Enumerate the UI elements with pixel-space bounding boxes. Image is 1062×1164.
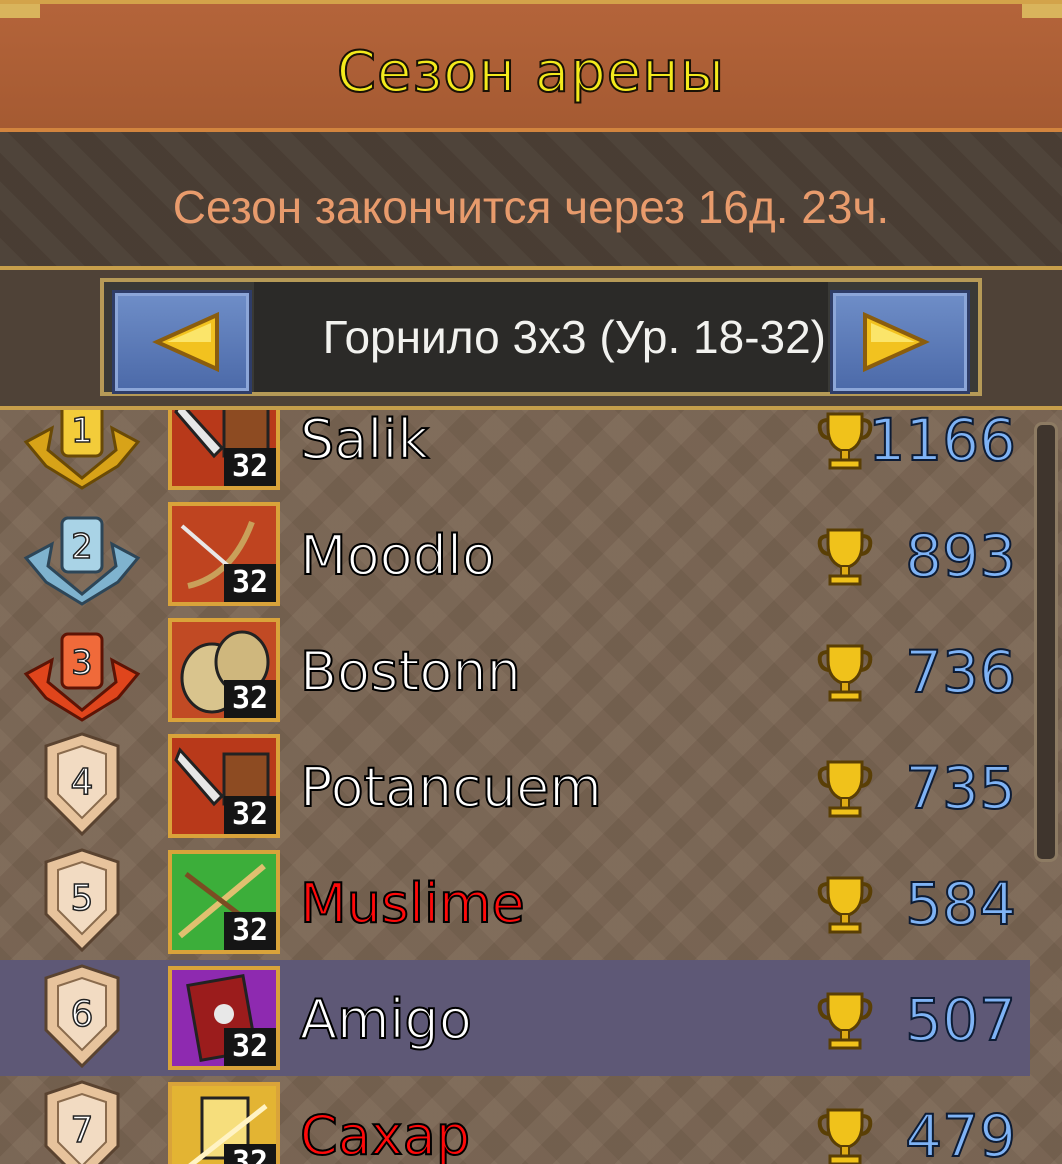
title-bar: Сезон арены [0,0,1062,132]
trophy-icon [817,528,873,586]
level-tag: 32 [224,796,276,834]
leaderboard-row[interactable]: 1 32 Salik 1166 [0,410,1030,496]
rank-number: 3 [71,643,93,683]
rank-badge-shield-icon: 6 [44,964,120,1069]
trophy-icon [817,760,873,818]
rating-score: 893 [904,521,1017,591]
bracket-selector: Горнило 3х3 (Ур. 18-32) [100,278,982,396]
rating-score: 584 [904,869,1017,939]
rank-number: 7 [71,1110,94,1151]
leaderboard-list[interactable]: 1 32 Salik 1166 2 32 Moodlo 893 3 32 Bos… [0,410,1062,1164]
arrow-right-icon [863,311,930,373]
player-name[interactable]: Сахар [299,1103,471,1164]
rank-badge-bronze-icon: 3 [23,632,141,722]
leaderboard-row-highlighted[interactable]: 6 32 Amigo 507 [0,960,1030,1076]
rank-number: 6 [71,994,94,1035]
player-name[interactable]: Salik [299,410,430,472]
rank-badge-gold-icon: 1 [23,410,141,490]
page-title: Сезон арены [336,39,726,106]
player-name[interactable]: Potancuem [299,755,603,820]
list-scrollbar[interactable] [1034,422,1058,862]
trophy-icon [817,644,873,702]
player-name[interactable]: Amigo [299,987,473,1052]
rank-number: 2 [71,527,93,567]
previous-bracket-button[interactable] [112,290,252,394]
rank-number: 4 [71,762,94,803]
bracket-label: Горнило 3х3 (Ур. 18-32) [254,282,828,392]
next-bracket-button[interactable] [830,290,970,394]
leaderboard-row[interactable]: 3 32 Bostonn 736 [0,612,1030,728]
player-name[interactable]: Bostonn [299,639,522,704]
bracket-selector-panel: Горнило 3х3 (Ур. 18-32) [0,270,1062,410]
rank-number: 5 [71,878,94,919]
season-timer-panel: Сезон закончится через 16д. 23ч. [0,132,1062,270]
rank-badge-silver-icon: 2 [23,516,141,606]
rating-score: 479 [904,1101,1017,1164]
trophy-icon [817,1108,873,1164]
frame-corner-right [1022,4,1062,18]
trophy-icon [817,876,873,934]
level-tag: 32 [224,1144,276,1164]
player-name[interactable]: Moodlo [299,523,496,588]
leaderboard-row[interactable]: 7 32 Сахар 479 [0,1076,1030,1164]
season-timer-text: Сезон закончится через 16д. 23ч. [172,181,890,233]
leaderboard-row[interactable]: 5 32 Muslime 584 [0,844,1030,960]
level-tag: 32 [224,912,276,950]
avatar: 32 [168,618,280,722]
avatar: 32 [168,1082,280,1164]
level-tag: 32 [224,1028,276,1066]
rating-score: 736 [904,637,1017,707]
trophy-icon [817,412,873,470]
trophy-icon [817,992,873,1050]
leaderboard-row[interactable]: 2 32 Moodlo 893 [0,496,1030,612]
rank-badge-shield-icon: 5 [44,848,120,953]
frame-corner-left [0,4,40,18]
rank-badge-shield-icon: 4 [44,732,120,837]
level-tag: 32 [224,448,276,486]
arrow-left-icon [152,311,219,373]
rank-badge-shield-icon: 7 [44,1080,120,1164]
rating-score: 507 [904,985,1017,1055]
leaderboard-row[interactable]: 4 32 Potancuem 735 [0,728,1030,844]
rating-score: 735 [904,753,1017,823]
rank-number: 1 [71,411,93,451]
rating-score: 1166 [867,410,1017,475]
level-tag: 32 [224,564,276,602]
avatar: 32 [168,850,280,954]
player-name[interactable]: Muslime [299,871,526,936]
avatar: 32 [168,966,280,1070]
avatar: 32 [168,734,280,838]
avatar: 32 [168,502,280,606]
avatar: 32 [168,410,280,490]
level-tag: 32 [224,680,276,718]
